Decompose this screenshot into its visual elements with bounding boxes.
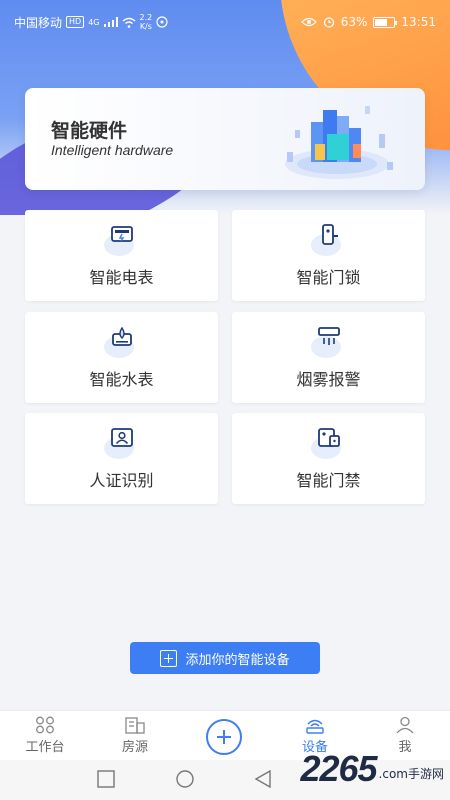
alarm-icon: [323, 17, 334, 28]
device-label: 智能门禁: [296, 471, 361, 490]
wifi-icon: [122, 17, 135, 28]
device-tile-access-control[interactable]: 智能门禁: [232, 413, 425, 504]
tab-workbench[interactable]: 工作台: [0, 711, 90, 761]
door-lock-icon: [321, 224, 338, 245]
recent-apps-icon[interactable]: [97, 770, 115, 788]
signal-icon: [103, 17, 118, 27]
watermark-text: .com手游网: [378, 767, 444, 781]
user-icon: [396, 716, 414, 734]
plus-square-icon: [160, 649, 178, 667]
device-tile-water-meter[interactable]: 智能水表: [25, 312, 218, 403]
carrier-name: 中国移动: [14, 15, 63, 30]
device-tile-door-lock[interactable]: 智能门锁: [232, 210, 425, 301]
water-meter-icon: [111, 326, 132, 346]
battery-icon: [373, 16, 398, 28]
electric-meter-icon: [110, 226, 133, 242]
add-device-button[interactable]: 添加你的智能设备: [130, 642, 320, 674]
home-icon[interactable]: [174, 770, 196, 788]
device-icon: [306, 719, 324, 734]
access-control-icon: [317, 428, 340, 447]
battery-percent: 63%: [340, 15, 368, 29]
status-bar: 中国移动 HD 4G 2.2 K/s 63% 13:51: [0, 0, 450, 44]
hero-subtitle: Intelligent hardware: [51, 142, 174, 158]
device-tile-smoke-alarm[interactable]: 烟雾报警: [232, 312, 425, 403]
eye-icon: [300, 17, 317, 27]
net-speed: 2.2 K/s: [140, 13, 153, 31]
listing-icon: [125, 717, 145, 734]
device-tile-electric-meter[interactable]: 智能电表: [25, 210, 218, 301]
watermark-number: 2265: [300, 748, 377, 789]
hd-badge: HD: [66, 16, 85, 28]
back-icon[interactable]: [254, 770, 272, 788]
net-speed-value: 2.2: [139, 13, 153, 22]
device-label: 智能门锁: [296, 268, 361, 287]
smart-city-illustration-icon: [285, 106, 393, 179]
network-type: 4G: [88, 17, 100, 27]
center-add-button[interactable]: [206, 719, 242, 755]
device-label: 智能电表: [89, 268, 154, 287]
workbench-icon: [36, 716, 54, 734]
net-speed-unit: K/s: [139, 22, 152, 31]
clock-time: 13:51: [401, 15, 436, 29]
device-tile-id-recognition[interactable]: 人证识别: [25, 413, 218, 504]
tab-listing[interactable]: 房源: [90, 711, 180, 761]
watermark-logo: 2265 .com手游网: [300, 748, 444, 790]
hero-card: 智能硬件 Intelligent hardware: [25, 88, 425, 190]
tab-label: 房源: [121, 740, 148, 755]
hero-title: 智能硬件: [51, 120, 128, 142]
device-label: 智能水表: [89, 370, 154, 389]
add-device-label: 添加你的智能设备: [185, 652, 290, 668]
hotspot-icon: [156, 16, 168, 28]
tab-label: 工作台: [25, 740, 65, 755]
smoke-alarm-icon: [317, 327, 340, 345]
device-label: 人证识别: [89, 471, 154, 490]
device-label: 烟雾报警: [296, 370, 361, 389]
id-recognition-icon: [110, 428, 133, 447]
